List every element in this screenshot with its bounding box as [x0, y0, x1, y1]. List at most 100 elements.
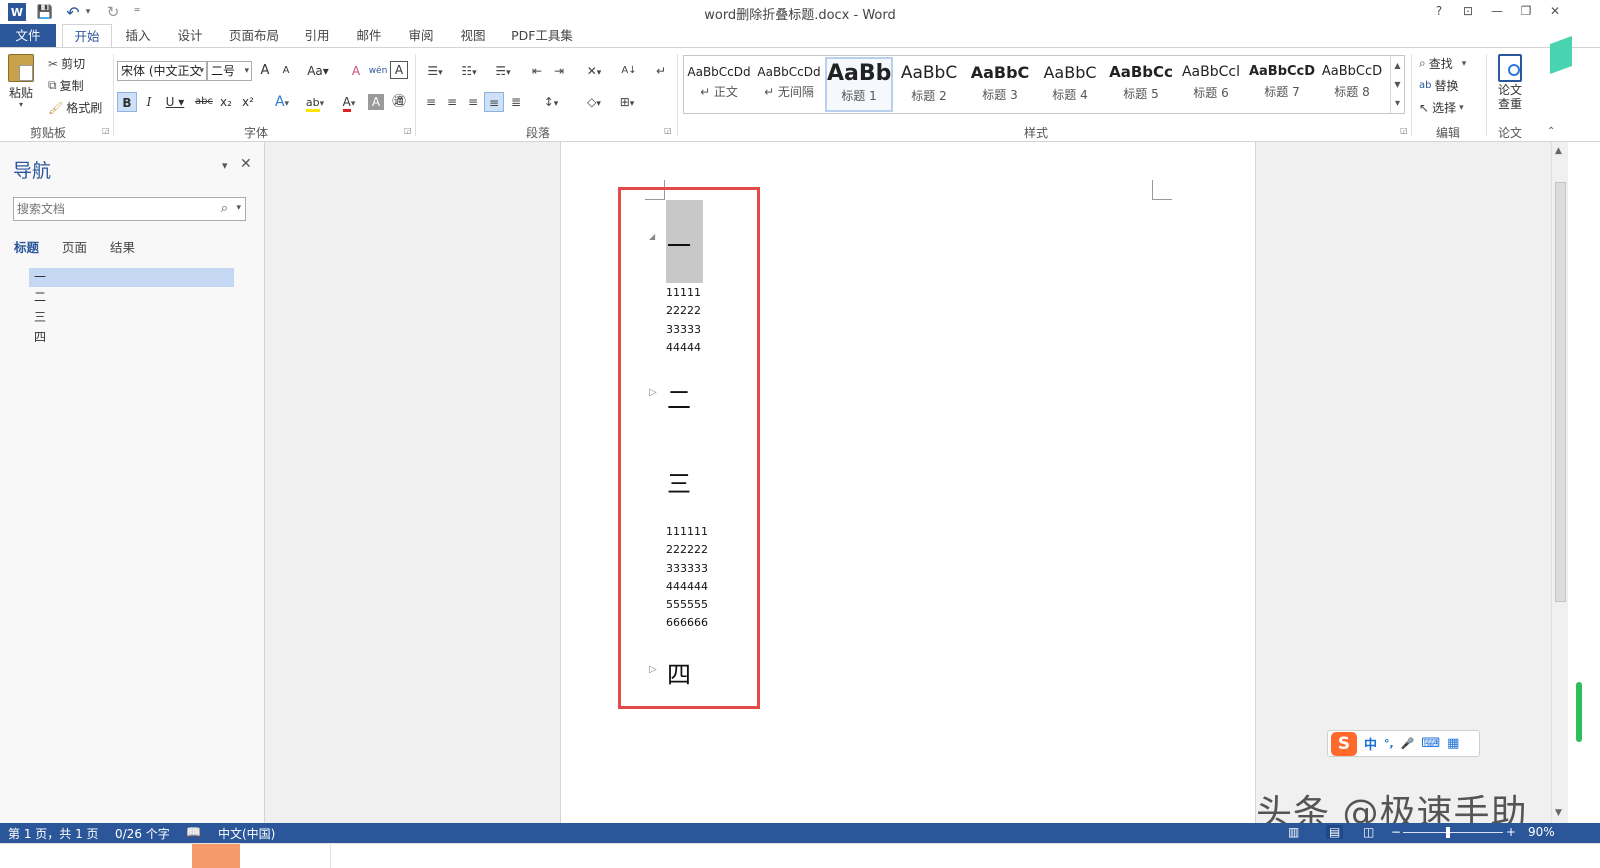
enclose-characters-button[interactable]: ㊜ — [389, 92, 409, 112]
select-dropdown-icon[interactable]: ▾ — [1459, 103, 1464, 113]
read-mode-icon[interactable]: ▥ — [1288, 825, 1299, 839]
clipboard-launcher-icon[interactable]: ◲ — [102, 126, 110, 135]
paste-button[interactable]: 粘贴 ▾ — [8, 54, 34, 109]
search-dropdown-icon[interactable]: ▾ — [236, 203, 241, 213]
select-button[interactable]: ↖ 选择 ▾ — [1419, 99, 1464, 116]
scroll-down-icon[interactable]: ▼ — [1555, 808, 1562, 818]
find-button[interactable]: ⌕ 查找 ▾ — [1419, 55, 1466, 72]
tab-insert[interactable]: 插入 — [115, 24, 161, 48]
taskbar-active-item[interactable] — [192, 844, 240, 868]
tab-page-layout[interactable]: 页面布局 — [222, 24, 286, 48]
format-painter-button[interactable]: 🖌 格式刷 — [48, 99, 102, 116]
minimize-button[interactable]: — — [1486, 2, 1508, 20]
zoom-level[interactable]: 90% — [1528, 825, 1555, 839]
nav-heading-item[interactable]: 三 — [29, 308, 234, 327]
style-heading-4[interactable]: AaBbC 标题 4 — [1036, 57, 1104, 112]
thesis-check-button[interactable]: 论文 查重 — [1492, 54, 1528, 111]
font-name-combo[interactable]: 宋体 (中文正文 ▾ — [117, 61, 207, 81]
clear-formatting-button[interactable]: A — [346, 61, 366, 81]
nav-heading-item[interactable]: 四 — [29, 328, 234, 347]
show-marks-button[interactable]: ↵ — [651, 61, 671, 81]
ime-punctuation-icon[interactable]: °, — [1384, 737, 1394, 750]
increase-indent-button[interactable]: ⇥ — [549, 61, 569, 81]
font-size-combo[interactable]: 二号 ▾ — [207, 61, 252, 81]
distributed-button[interactable]: ≣ — [506, 92, 526, 112]
numbering-button[interactable]: ☷▾ — [455, 61, 483, 81]
styles-scroll-down-icon[interactable]: ▼ — [1390, 75, 1404, 94]
font-launcher-icon[interactable]: ◲ — [404, 126, 412, 135]
ribbon-display-options-button[interactable]: ⊡ — [1457, 2, 1479, 20]
change-case-button[interactable]: Aa▾ — [304, 61, 332, 81]
superscript-button[interactable]: x² — [238, 92, 258, 112]
justify-button[interactable]: ≡ — [484, 92, 504, 112]
tab-home[interactable]: 开始 — [62, 24, 112, 48]
style-normal[interactable]: AaBbCcDd ↵ 正文 — [685, 57, 753, 112]
borders-button[interactable]: ⊞▾ — [613, 92, 641, 112]
align-right-button[interactable]: ≡ — [463, 92, 483, 112]
vertical-scrollbar[interactable]: ▲ ▼ — [1551, 142, 1568, 823]
line-spacing-button[interactable]: ↕▾ — [537, 92, 565, 112]
print-layout-icon[interactable]: ▤ — [1326, 825, 1344, 839]
search-document-input[interactable] — [14, 198, 204, 220]
ime-voice-icon[interactable]: 🎤 — [1401, 737, 1415, 750]
scroll-up-icon[interactable]: ▲ — [1555, 146, 1562, 156]
scrollbar-thumb[interactable] — [1555, 182, 1566, 602]
nav-heading-item[interactable]: 一 — [29, 268, 234, 287]
web-layout-icon[interactable]: ◫ — [1363, 825, 1374, 839]
collapse-ribbon-icon[interactable]: ⌃ — [1547, 126, 1555, 137]
style-heading-1[interactable]: AaBb 标题 1 — [825, 57, 893, 112]
tab-references[interactable]: 引用 — [294, 24, 340, 48]
ime-toolbox-icon[interactable]: ▦ — [1447, 736, 1459, 751]
zoom-out-icon[interactable]: − — [1391, 825, 1401, 839]
multilevel-list-button[interactable]: ☴▾ — [489, 61, 517, 81]
character-shading-button[interactable]: A — [368, 94, 384, 110]
center-button[interactable]: ≡ — [442, 92, 462, 112]
style-heading-3[interactable]: AaBbC 标题 3 — [966, 57, 1034, 112]
text-effects-button[interactable]: A▾ — [268, 92, 296, 112]
tab-design[interactable]: 设计 — [166, 24, 214, 48]
character-border-button[interactable]: A — [390, 61, 408, 79]
find-dropdown-icon[interactable]: ▾ — [1462, 59, 1467, 69]
tab-pdf-tools[interactable]: PDF工具集 — [504, 24, 580, 48]
tab-view[interactable]: 视图 — [450, 24, 496, 48]
navigation-menu-icon[interactable]: ▾ — [222, 159, 228, 172]
decrease-indent-button[interactable]: ⇤ — [527, 61, 547, 81]
nav-tab-headings[interactable]: 标题 — [14, 237, 39, 256]
search-icon[interactable]: ⌕ — [221, 201, 228, 216]
help-button[interactable]: ? — [1428, 2, 1450, 20]
font-color-button[interactable]: A▾ — [334, 92, 364, 112]
subscript-button[interactable]: x₂ — [216, 92, 236, 112]
styles-scroll-up-icon[interactable]: ▲ — [1390, 56, 1404, 75]
highlight-button[interactable]: ab▾ — [300, 92, 330, 112]
italic-button[interactable]: I — [139, 92, 159, 112]
paragraph-shading-button[interactable]: ◇▾ — [580, 92, 608, 112]
word-count[interactable]: 0/26 个字 — [115, 825, 170, 842]
phonetic-guide-button[interactable]: wén — [368, 61, 388, 81]
font-name-dropdown-icon[interactable]: ▾ — [199, 62, 204, 80]
close-button[interactable]: ✕ — [1544, 2, 1566, 20]
font-size-dropdown-icon[interactable]: ▾ — [244, 62, 249, 80]
sort-button[interactable]: A↓ — [619, 61, 639, 81]
paragraph-launcher-icon[interactable]: ◲ — [664, 126, 672, 135]
bold-button[interactable]: B — [117, 92, 137, 112]
strikethrough-button[interactable]: abc — [193, 92, 215, 112]
nav-tab-results[interactable]: 结果 — [110, 237, 135, 256]
copy-button[interactable]: ⧉ 复制 — [48, 77, 84, 94]
underline-button[interactable]: U ▾ — [161, 92, 189, 112]
paste-dropdown-icon[interactable]: ▾ — [19, 100, 23, 109]
style-heading-6[interactable]: AaBbCcl 标题 6 — [1177, 57, 1245, 112]
bullets-button[interactable]: ☰▾ — [421, 61, 449, 81]
language-indicator[interactable]: 中文(中国) — [218, 825, 275, 842]
document-page[interactable]: ◢ 一 11111 22222 33333 44444 ▷ 二 三 111111… — [560, 142, 1256, 823]
nav-heading-item[interactable]: 二 — [29, 288, 234, 307]
style-no-spacing[interactable]: AaBbCcDd ↵ 无间隔 — [755, 57, 823, 112]
zoom-slider-thumb[interactable] — [1446, 827, 1450, 838]
tab-mailings[interactable]: 邮件 — [346, 24, 392, 48]
zoom-in-icon[interactable]: + — [1506, 825, 1516, 839]
page-count[interactable]: 第 1 页，共 1 页 — [8, 825, 99, 842]
style-heading-7[interactable]: AaBbCcD 标题 7 — [1248, 57, 1316, 112]
replace-button[interactable]: ab 替换 — [1419, 77, 1459, 94]
ime-chinese-mode[interactable]: 中 — [1364, 734, 1377, 753]
align-left-button[interactable]: ≡ — [421, 92, 441, 112]
shrink-font-button[interactable]: A — [276, 61, 296, 81]
